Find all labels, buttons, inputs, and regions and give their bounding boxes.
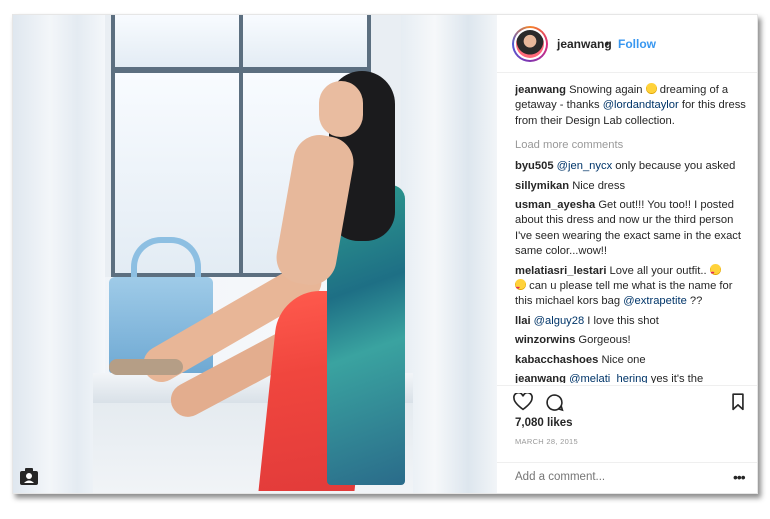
separator-dot: • (605, 37, 610, 51)
post-date: MARCH 28, 2015 (515, 437, 578, 446)
comment-username[interactable]: jeanwang (515, 373, 566, 383)
post-side-panel: jeanwang • Follow jeanwang Snowing again… (497, 15, 757, 493)
comment-item: sillymikan Nice dress (515, 179, 626, 192)
comment-username[interactable]: kabacchashoes (515, 354, 598, 366)
comment-username[interactable]: llai (515, 315, 531, 327)
comment-item: llai @alguy28 I love this shot (515, 314, 659, 327)
user-tag-icon[interactable] (19, 467, 39, 485)
heart-eyes-emoji (515, 279, 526, 295)
heart-icon[interactable] (513, 393, 533, 411)
comment-username[interactable]: sillymikan (515, 180, 569, 192)
likes-count[interactable]: 7,080 likes (515, 417, 573, 429)
comment-username[interactable]: byu505 (515, 160, 554, 172)
comment-username[interactable]: winzorwins (515, 334, 575, 346)
more-options-icon[interactable]: ••• (733, 469, 746, 485)
caption-username[interactable]: jeanwang (515, 84, 566, 96)
post-header: jeanwang • Follow (497, 15, 757, 73)
sandal (109, 359, 183, 375)
heart-eyes-emoji (709, 263, 721, 280)
follow-button[interactable]: Follow (618, 37, 656, 51)
comment-item: byu505 @jen_nycx only because you asked (515, 160, 736, 173)
avatar[interactable] (512, 26, 548, 62)
mention-link[interactable]: @extrapetite (623, 295, 687, 307)
curtain-right (401, 15, 497, 493)
comments-list: jeanwang Snowing again dreaming of a get… (515, 83, 747, 383)
mention-link[interactable]: @melati_hering (569, 373, 648, 383)
bookmark-icon[interactable] (731, 393, 745, 411)
comment-username[interactable]: melatiasri_lestari (515, 265, 606, 277)
caption: jeanwang Snowing again dreaming of a get… (515, 83, 746, 127)
comment-item: melatiasri_lestari Love all your outfit.… (515, 263, 747, 310)
load-more-comments[interactable]: Load more comments (515, 139, 747, 151)
action-bar (497, 385, 757, 416)
mention-link[interactable]: @jen_nycx (557, 160, 613, 172)
add-comment-bar: ••• (497, 462, 757, 493)
mention-link[interactable]: @lordandtaylor (603, 99, 679, 111)
post-photo[interactable] (13, 15, 497, 493)
comment-item: kabacchashoes Nice one (515, 353, 646, 366)
mention-link[interactable]: @alguy28 (534, 315, 585, 327)
head (319, 81, 363, 137)
instagram-post-card: jeanwang • Follow jeanwang Snowing again… (12, 14, 758, 494)
comment-item: jeanwang @melati_hering yes it's the (515, 372, 747, 383)
comment-item: winzorwins Gorgeous! (515, 334, 631, 347)
author-username[interactable]: jeanwang (557, 37, 612, 51)
curtain-left (13, 15, 105, 493)
sad-face-emoji (645, 83, 657, 94)
comment-item: usman_ayesha Get out!!! You too!! I post… (515, 199, 742, 258)
comment-input[interactable] (515, 471, 715, 483)
comment-username[interactable]: usman_ayesha (515, 199, 595, 211)
comment-icon[interactable] (545, 393, 564, 412)
